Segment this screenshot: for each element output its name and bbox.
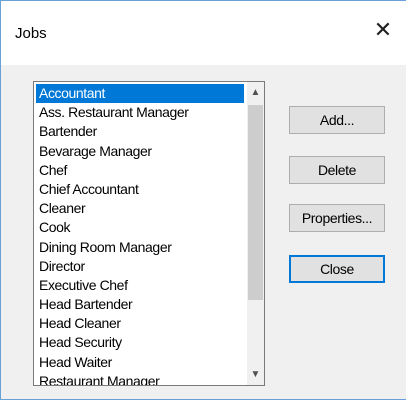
vertical-scrollbar[interactable]: ▲ ▼ bbox=[247, 82, 264, 385]
list-item[interactable]: Cleaner bbox=[36, 199, 244, 218]
list-item[interactable]: Bevarage Manager bbox=[36, 142, 244, 161]
scroll-up-icon[interactable]: ▲ bbox=[247, 84, 264, 101]
list-item[interactable]: Head Security bbox=[36, 333, 244, 352]
delete-button[interactable]: Delete bbox=[289, 156, 385, 184]
dialog-title: Jobs bbox=[15, 25, 47, 42]
close-button[interactable]: Close bbox=[289, 255, 385, 283]
jobs-dialog: Jobs ✕ Accountant Ass. Restaurant Manager… bbox=[0, 0, 406, 400]
list-item[interactable]: Bartender bbox=[36, 122, 244, 141]
add-button[interactable]: Add... bbox=[289, 106, 385, 134]
list-item[interactable]: Head Waiter bbox=[36, 353, 244, 372]
list-item[interactable]: Cook bbox=[36, 218, 244, 237]
scroll-thumb[interactable] bbox=[248, 105, 263, 300]
list-item[interactable]: Dining Room Manager bbox=[36, 238, 244, 257]
list-item[interactable]: Restaurant Manager bbox=[36, 372, 244, 385]
list-item[interactable]: Chief Accountant bbox=[36, 180, 244, 199]
jobs-list: Accountant Ass. Restaurant Manager Bartend… bbox=[36, 84, 244, 385]
close-icon[interactable]: ✕ bbox=[370, 17, 396, 43]
properties-button[interactable]: Properties... bbox=[289, 204, 385, 232]
list-item[interactable]: Executive Chef bbox=[36, 276, 244, 295]
jobs-listbox[interactable]: Accountant Ass. Restaurant Manager Bartend… bbox=[33, 81, 265, 386]
list-item[interactable]: Ass. Restaurant Manager bbox=[36, 103, 244, 122]
list-item[interactable]: Chef bbox=[36, 161, 244, 180]
scroll-down-icon[interactable]: ▼ bbox=[247, 366, 264, 383]
title-bar: Jobs ✕ bbox=[1, 1, 406, 65]
list-item[interactable]: Head Bartender bbox=[36, 295, 244, 314]
list-item[interactable]: Director bbox=[36, 257, 244, 276]
list-item[interactable]: Accountant bbox=[36, 84, 244, 104]
list-item[interactable]: Head Cleaner bbox=[36, 314, 244, 333]
